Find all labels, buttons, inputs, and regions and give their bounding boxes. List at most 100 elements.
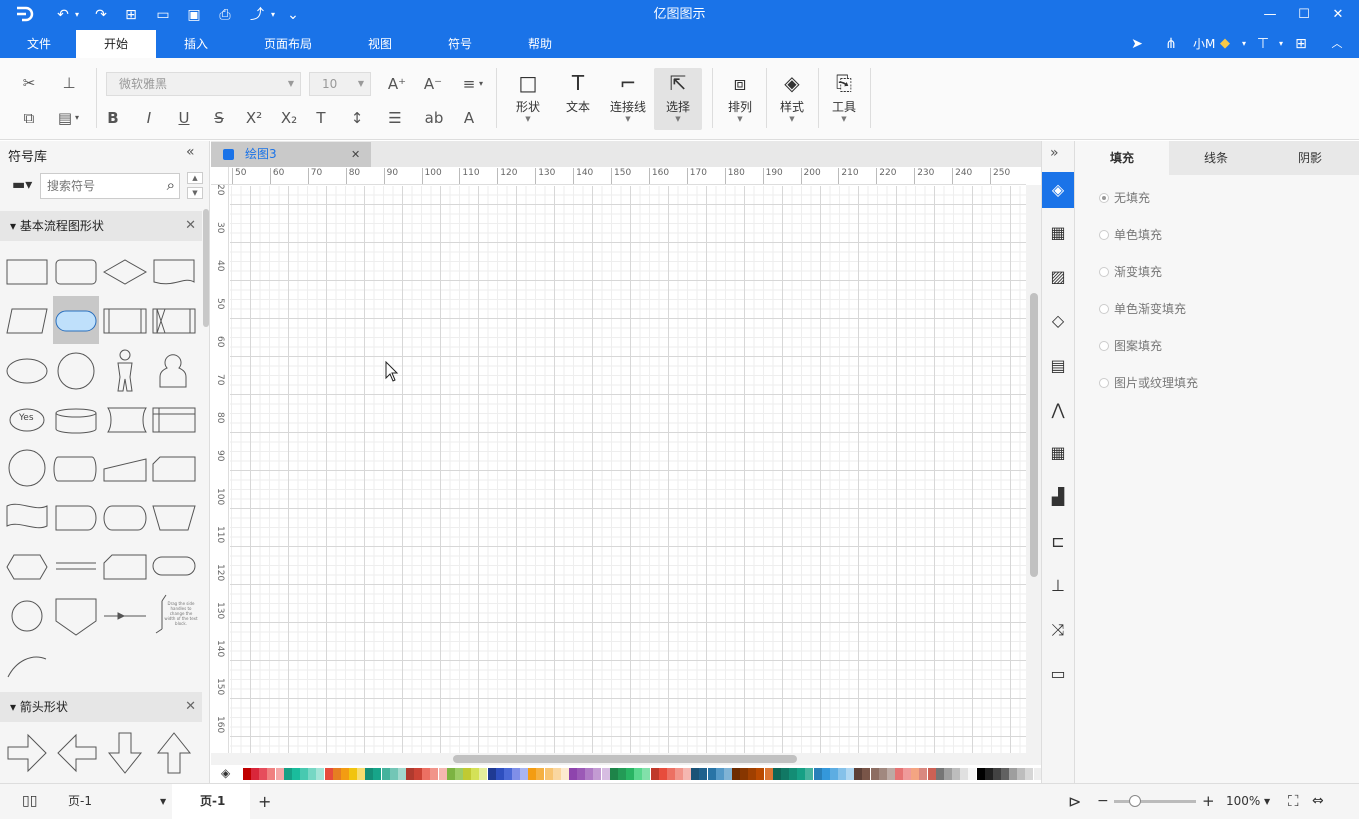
color-swatch[interactable]: [348, 768, 357, 780]
color-swatch[interactable]: [723, 768, 732, 780]
search-input[interactable]: [41, 174, 153, 198]
color-swatch[interactable]: [487, 768, 496, 780]
color-swatch[interactable]: [406, 768, 414, 780]
page-selector[interactable]: 页-1: [68, 784, 92, 819]
user-dropdown-icon[interactable]: ▾: [1235, 35, 1253, 53]
subscript-icon[interactable]: X₂: [278, 107, 300, 129]
close-category-icon[interactable]: ✕: [185, 211, 196, 241]
document-tab[interactable]: 绘图3 ✕: [211, 142, 371, 167]
fill-bucket-icon[interactable]: ◈: [221, 766, 230, 780]
color-swatch[interactable]: [365, 768, 374, 780]
fit-width-icon[interactable]: ⇔: [1312, 784, 1324, 819]
strikethrough-icon[interactable]: S: [208, 107, 230, 129]
color-swatch[interactable]: [878, 768, 887, 780]
new-file-icon[interactable]: ⊞: [122, 6, 140, 24]
increase-font-icon[interactable]: A⁺: [386, 73, 408, 95]
color-swatch[interactable]: [691, 768, 700, 780]
font-size-select[interactable]: 10 ▼: [309, 72, 371, 96]
text-button[interactable]: T 文本: [556, 68, 600, 130]
color-swatch[interactable]: [617, 768, 626, 780]
color-swatch[interactable]: [797, 768, 806, 780]
page-panel-icon[interactable]: ▯▯: [22, 784, 37, 819]
color-swatch[interactable]: [968, 768, 977, 780]
tab-insert[interactable]: 插入: [166, 30, 226, 58]
text-format-icon[interactable]: T: [310, 107, 332, 129]
tab-view[interactable]: 视图: [352, 30, 408, 58]
color-swatch[interactable]: [911, 768, 920, 780]
layers-icon[interactable]: ◇: [1042, 303, 1074, 339]
color-swatch[interactable]: [577, 768, 586, 780]
shape-button[interactable]: □ 形状 ▼: [506, 68, 550, 130]
color-swatch[interactable]: [438, 768, 447, 780]
color-swatch[interactable]: [837, 768, 846, 780]
expand-panel-icon[interactable]: »: [1050, 145, 1059, 161]
font-color-icon[interactable]: A: [458, 107, 480, 129]
open-folder-icon[interactable]: ▭: [154, 6, 172, 24]
close-tab-icon[interactable]: ✕: [351, 142, 360, 167]
vertical-scrollbar[interactable]: [1026, 185, 1041, 755]
color-swatch[interactable]: [740, 768, 749, 780]
color-swatch[interactable]: [511, 768, 520, 780]
color-swatch[interactable]: [650, 768, 659, 780]
color-swatch[interactable]: [560, 768, 569, 780]
search-box[interactable]: ⌕: [40, 173, 180, 199]
color-swatch[interactable]: [332, 768, 341, 780]
apps-grid-icon[interactable]: ⊞: [1292, 35, 1310, 53]
library-manager-icon[interactable]: ▬▾: [12, 177, 32, 193]
tab-fill[interactable]: 填充: [1075, 141, 1169, 175]
color-swatch[interactable]: [291, 768, 300, 780]
export-dropdown-icon[interactable]: ▾: [264, 6, 282, 24]
color-swatch[interactable]: [935, 768, 944, 780]
option-no-fill[interactable]: 无填充: [1099, 188, 1150, 208]
bold-icon[interactable]: B: [102, 107, 124, 129]
color-swatch[interactable]: [471, 768, 480, 780]
paste-dropdown-icon[interactable]: ▾: [72, 107, 82, 129]
color-swatch[interactable]: [251, 768, 260, 780]
color-swatch[interactable]: [569, 768, 577, 780]
color-swatch[interactable]: [984, 768, 993, 780]
style-button[interactable]: ◈ 样式 ▼: [770, 68, 814, 130]
color-swatch[interactable]: [340, 768, 349, 780]
horizontal-scroll-thumb[interactable]: [453, 755, 797, 763]
color-swatch[interactable]: [275, 768, 284, 780]
color-swatch[interactable]: [683, 768, 692, 780]
color-swatch[interactable]: [764, 768, 773, 780]
play-icon[interactable]: ⊳: [1068, 784, 1081, 819]
fullscreen-icon[interactable]: ⛶: [1288, 784, 1299, 819]
color-swatch[interactable]: [446, 768, 455, 780]
zoom-out-button[interactable]: −: [1097, 784, 1109, 819]
tab-home[interactable]: 开始: [76, 30, 156, 58]
tab-help[interactable]: 帮助: [512, 30, 568, 58]
color-swatch[interactable]: [952, 768, 961, 780]
decrease-font-icon[interactable]: A⁻: [422, 73, 444, 95]
color-swatch[interactable]: [829, 768, 838, 780]
color-swatch[interactable]: [992, 768, 1001, 780]
underline-icon[interactable]: U: [173, 107, 195, 129]
color-swatch[interactable]: [259, 768, 268, 780]
tab-line[interactable]: 线条: [1169, 141, 1263, 175]
horizontal-scrollbar[interactable]: [211, 753, 1041, 765]
cut-icon[interactable]: ✂: [18, 72, 40, 94]
text-case-icon[interactable]: ab: [422, 107, 446, 129]
color-swatch[interactable]: [1000, 768, 1009, 780]
page-dropdown-icon[interactable]: ▼: [160, 784, 166, 819]
widgets-icon[interactable]: ▦: [1042, 215, 1074, 251]
color-swatch[interactable]: [528, 768, 537, 780]
color-swatch[interactable]: [300, 768, 309, 780]
color-swatch[interactable]: [544, 768, 553, 780]
color-swatch[interactable]: [463, 768, 472, 780]
drawing-canvas[interactable]: [230, 186, 1026, 754]
color-swatch[interactable]: [903, 768, 912, 780]
app-logo-icon[interactable]: [14, 5, 34, 25]
tools-button[interactable]: ⎘ 工具 ▼: [822, 68, 866, 130]
color-swatch[interactable]: [495, 768, 504, 780]
color-swatch[interactable]: [789, 768, 798, 780]
tab-page-layout[interactable]: 页面布局: [250, 30, 326, 58]
tab-shadow[interactable]: 阴影: [1263, 141, 1357, 175]
color-swatch[interactable]: [1025, 768, 1034, 780]
italic-icon[interactable]: I: [138, 107, 160, 129]
color-swatch[interactable]: [772, 768, 781, 780]
color-swatch[interactable]: [422, 768, 431, 780]
zoom-dropdown-icon[interactable]: ▼: [1264, 784, 1270, 819]
zoom-level[interactable]: 100%: [1226, 784, 1260, 819]
